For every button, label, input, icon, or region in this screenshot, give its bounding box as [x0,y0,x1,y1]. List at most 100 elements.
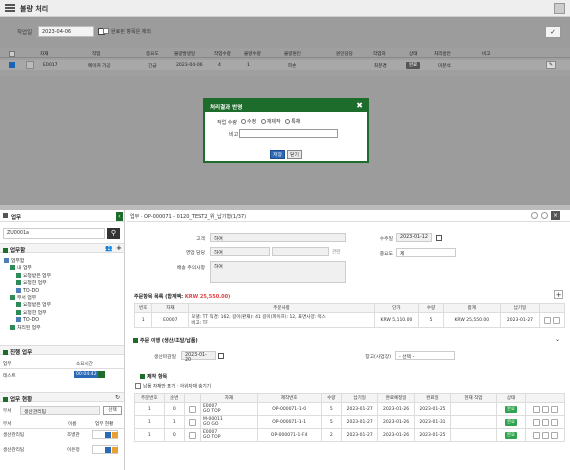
search-input[interactable]: ZU0001a [3,228,105,239]
divider [0,428,124,429]
tree-item-my-requested[interactable]: 요청한 업무 [4,280,51,287]
status-badge: 완료 [505,432,517,439]
warehouse-select[interactable]: - 선택 - [395,351,455,360]
contact-button[interactable]: 관련 [332,249,340,255]
close-icon[interactable]: × [551,211,560,220]
contact-input[interactable]: 하여 [210,247,270,256]
tree-item-my[interactable]: 내 업무 [4,265,51,272]
row-code: E0017 [43,63,58,68]
modal-header: 처리결과 반영 ✖ [205,100,367,112]
work-filter[interactable]: 납품 자재만 표기 · 하위자재 숨기기 [135,383,211,390]
user-icon[interactable] [554,3,565,14]
edit-icon[interactable] [544,316,552,324]
exclude-completed-checkbox[interactable] [103,28,109,34]
main-panel: 업무 · OP-000071 - 0120_TEST2_위_납기형(1/37) … [127,210,570,470]
menu-icon[interactable] [3,213,8,218]
more-icon[interactable] [550,431,558,439]
radio-fix[interactable] [241,119,246,124]
section-marker-icon [3,397,8,402]
progress-col-job: 업무 [3,362,12,367]
settings-icon[interactable] [531,212,538,219]
inbox-icon [16,302,21,308]
calendar-icon[interactable] [218,353,224,359]
prod-date-input[interactable]: 2023-01-20 [181,351,216,363]
order-date-input[interactable]: 2023-01-12 [396,233,432,242]
close-button[interactable]: 닫기 [287,150,302,159]
search-icon[interactable] [532,405,540,413]
row-checkbox[interactable] [9,62,15,68]
status-col-state: 업무 현황 [95,422,114,427]
tree-item-root[interactable]: 업무함 [4,258,51,265]
tree-item-dept-requested[interactable]: 요청한 업무 [4,309,51,317]
refresh-icon[interactable] [541,212,548,219]
material-icon [188,431,196,439]
add-item-button[interactable]: + [554,290,563,299]
option-special[interactable]: 특채 [285,119,300,125]
timer-icon[interactable] [98,371,105,378]
items-col-code: 자재 [151,303,190,313]
confirm-button[interactable]: ✓ [545,26,561,38]
work-title: 제작 항목 [140,373,167,380]
team-icon [10,295,15,301]
tree-item-dept-received[interactable]: 요청받은 업무 [4,302,51,309]
search-icon[interactable]: ⚲ [107,228,120,239]
more-icon[interactable] [550,405,558,413]
note-input[interactable] [239,129,338,138]
dept-select-button[interactable]: 선택 [103,406,122,415]
priority-select[interactable]: 제 [396,248,456,257]
people-icon[interactable]: 👥 [105,245,112,252]
prod-date-label: 생산마감일 [153,355,176,360]
customer-input[interactable]: 하여 [210,233,346,242]
grid-row[interactable] [0,60,570,70]
dept-filter-input[interactable]: 생산관리팀 [20,406,100,415]
delivery-note-input[interactable]: 하여 [210,261,346,283]
more-icon[interactable] [550,418,558,426]
delivery-note-label: 배송 주의사항 [176,266,205,271]
radio-remake[interactable] [260,119,266,124]
radio-special[interactable] [285,119,291,124]
main-header: 업무 · OP-000071 - 0120_TEST2_위_납기형(1/37) … [127,210,570,222]
tree-item-my-todo[interactable]: TO-DO [4,287,51,295]
work-row[interactable]: 10 E0007 GO TOP OP-000071-1-F4 2 2023-01-2… [134,428,565,442]
sidebar-title: 업무 [11,215,22,221]
calendar-icon[interactable] [436,235,442,241]
link-icon[interactable] [541,405,549,413]
collapse-icon[interactable]: ⌄ [555,336,560,343]
col-bad-qty: 불량수량 [244,52,261,57]
save-button[interactable]: 저장 [270,150,285,159]
add-icon[interactable]: + [116,244,122,252]
contact-input-2[interactable] [272,247,329,256]
row-date: 2023-04-06 [176,63,203,68]
link-icon[interactable] [541,431,549,439]
warehouse-label: 창고(사업장) [365,355,391,360]
work-header-row: 주문번호 순번 자재 제작번호 수량 납기일 완료예정일 완료일 현재 작업 상… [134,393,565,403]
work-row[interactable]: 10 E0007 GO TOP OP-000071-1-0 5 2023-01-27… [134,402,565,416]
hamburger-icon[interactable] [5,4,15,12]
note-label: 비고 [229,132,239,138]
search-icon[interactable] [532,431,540,439]
status-badge: 완료 [505,419,517,426]
filter-bar: 작업일 2023-04-06 완료된 항목은 제외 ✓ [0,25,570,40]
col-qty: 작업수량 [214,52,231,57]
tree-item-dept[interactable]: 부서 업무 [4,295,51,302]
row-edit-button[interactable]: ✎ [546,61,556,69]
close-icon[interactable]: ✖ [356,101,363,110]
tree-item-my-received[interactable]: 요청받은 업무 [4,272,51,280]
collapse-icon[interactable]: ‹ [116,212,123,221]
production-title: 주문 이행 (생산/조달/납품) [133,337,198,344]
select-all-checkbox[interactable] [9,51,15,57]
refresh-icon[interactable]: ↻ [115,394,120,401]
delete-icon[interactable] [553,316,561,324]
work-row[interactable]: 11 M-00011 GO GO OP-000071-1-1 5 2023-01-2… [134,415,565,429]
option-fix[interactable]: 수정 [241,119,256,125]
row-cause: 파손 [288,64,297,69]
tree-item-done[interactable]: 처리된 업무 [4,324,51,332]
tree-item-dept-todo[interactable]: TO-DO [4,317,51,324]
link-icon[interactable] [541,418,549,426]
option-remake[interactable]: 재제작 [260,119,281,125]
search-icon[interactable] [532,418,540,426]
drag-handle-icon[interactable] [26,61,34,69]
status-row-name: 조병관 [67,433,80,438]
items-row[interactable]: 1 E0007 모델: TT 직경: 162, 길이(판재): 41 길이(파이… [133,312,565,328]
date-input[interactable]: 2023-04-06 [38,26,94,37]
